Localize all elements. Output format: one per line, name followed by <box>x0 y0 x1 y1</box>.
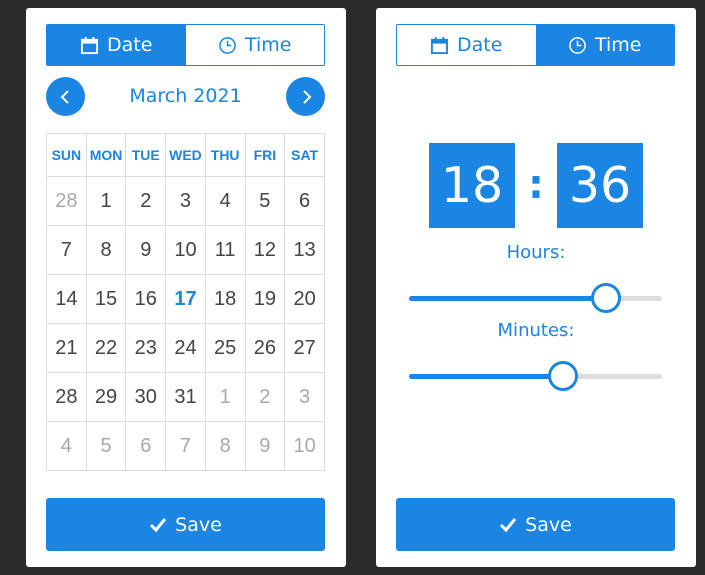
tab-date[interactable]: Date <box>397 25 536 65</box>
calendar-icon <box>80 36 99 55</box>
day-cell[interactable]: 20 <box>284 274 325 324</box>
minutes-slider[interactable] <box>409 361 662 391</box>
time-picker-card: Date Time 18 : 36 Hours: Minutes: Save <box>376 8 696 567</box>
hours-slider[interactable] <box>409 283 662 313</box>
day-cell-other-month[interactable]: 7 <box>165 421 206 471</box>
calendar-week-row: 4 5 6 7 8 9 10 <box>46 421 325 471</box>
calendar-grid: SUN MON TUE WED THU FRI SAT 28 1 2 3 4 5… <box>46 133 325 471</box>
day-cell[interactable]: 25 <box>204 323 246 373</box>
hours-slider-thumb[interactable] <box>591 283 622 313</box>
weekday-header: THU <box>204 133 246 177</box>
day-cell-other-month[interactable]: 6 <box>125 421 167 471</box>
save-button-label: Save <box>525 513 572 536</box>
calendar-week-row: 28 1 2 3 4 5 6 <box>46 176 325 226</box>
tab-time[interactable]: Time <box>185 25 324 65</box>
mode-tabs: Date Time <box>46 24 325 66</box>
day-cell[interactable]: 26 <box>244 323 286 373</box>
day-cell[interactable]: 1 <box>85 176 127 226</box>
tab-date-label: Date <box>107 34 153 56</box>
tab-time[interactable]: Time <box>535 25 674 65</box>
save-button[interactable]: Save <box>46 498 325 551</box>
calendar-week-row: 14 15 16 17 18 19 20 <box>46 274 325 324</box>
day-cell[interactable]: 22 <box>85 323 127 373</box>
day-cell[interactable]: 10 <box>165 225 206 275</box>
calendar-week-row: 7 8 9 10 11 12 13 <box>46 225 325 275</box>
month-title: March 2021 <box>129 85 242 107</box>
calendar-week-row: 28 29 30 31 1 2 3 <box>46 372 325 422</box>
day-cell[interactable]: 3 <box>165 176 206 226</box>
day-cell[interactable]: 8 <box>85 225 127 275</box>
day-cell[interactable]: 9 <box>125 225 167 275</box>
save-button[interactable]: Save <box>396 498 675 551</box>
time-display: 18 : 36 <box>429 143 643 228</box>
day-cell[interactable]: 2 <box>125 176 167 226</box>
minutes-label: Minutes: <box>497 320 575 341</box>
checkmark-icon <box>499 516 517 534</box>
day-cell[interactable]: 18 <box>204 274 246 324</box>
chevron-right-icon <box>298 89 314 105</box>
day-cell[interactable]: 12 <box>244 225 286 275</box>
tab-time-label: Time <box>245 34 292 56</box>
weekday-header: MON <box>85 133 127 177</box>
day-cell[interactable]: 14 <box>46 274 87 324</box>
day-cell[interactable]: 16 <box>125 274 167 324</box>
next-month-button[interactable] <box>286 77 325 116</box>
weekday-header-row: SUN MON TUE WED THU FRI SAT <box>46 133 325 177</box>
day-cell-other-month[interactable]: 4 <box>46 421 87 471</box>
day-cell[interactable]: 15 <box>85 274 127 324</box>
day-cell[interactable]: 29 <box>85 372 127 422</box>
day-cell[interactable]: 13 <box>284 225 325 275</box>
clock-icon <box>218 36 237 55</box>
day-cell-other-month[interactable]: 8 <box>204 421 246 471</box>
day-cell-other-month[interactable]: 2 <box>244 372 286 422</box>
day-cell[interactable]: 21 <box>46 323 87 373</box>
day-cell[interactable]: 6 <box>284 176 325 226</box>
tab-date-label: Date <box>457 34 503 56</box>
day-cell-other-month[interactable]: 9 <box>244 421 286 471</box>
day-cell[interactable]: 4 <box>204 176 246 226</box>
calendar-week-row: 21 22 23 24 25 26 27 <box>46 323 325 373</box>
day-cell[interactable]: 30 <box>125 372 167 422</box>
month-navigation: March 2021 <box>46 77 325 117</box>
day-cell[interactable]: 24 <box>165 323 206 373</box>
previous-month-button[interactable] <box>46 77 85 116</box>
weekday-header: WED <box>165 133 206 177</box>
tab-time-label: Time <box>595 34 642 56</box>
weekday-header: SAT <box>284 133 325 177</box>
day-cell-other-month[interactable]: 1 <box>204 372 246 422</box>
mode-tabs: Date Time <box>396 24 675 66</box>
chevron-left-icon <box>58 89 74 105</box>
day-cell[interactable]: 19 <box>244 274 286 324</box>
day-cell-selected[interactable]: 17 <box>165 274 206 324</box>
day-cell[interactable]: 28 <box>46 372 87 422</box>
day-cell[interactable]: 31 <box>165 372 206 422</box>
checkmark-icon <box>149 516 167 534</box>
tab-date[interactable]: Date <box>47 25 186 65</box>
calendar-icon <box>430 36 449 55</box>
minutes-slider-thumb[interactable] <box>548 361 579 391</box>
hours-display: 18 <box>429 143 515 228</box>
minutes-slider-fill <box>409 374 564 379</box>
day-cell[interactable]: 27 <box>284 323 325 373</box>
day-cell[interactable]: 5 <box>244 176 286 226</box>
save-button-label: Save <box>175 513 222 536</box>
hours-slider-fill <box>409 296 607 301</box>
day-cell[interactable]: 23 <box>125 323 167 373</box>
minutes-display: 36 <box>557 143 643 228</box>
weekday-header: TUE <box>125 133 167 177</box>
day-cell-other-month[interactable]: 5 <box>85 421 127 471</box>
weekday-header: FRI <box>244 133 286 177</box>
day-cell-other-month[interactable]: 3 <box>284 372 325 422</box>
day-cell[interactable]: 11 <box>204 225 246 275</box>
day-cell[interactable]: 7 <box>46 225 87 275</box>
date-picker-card: Date Time March 2021 SUN MON TUE WED THU… <box>26 8 346 567</box>
day-cell-other-month[interactable]: 28 <box>46 176 87 226</box>
weekday-header: SUN <box>46 133 87 177</box>
day-cell-other-month[interactable]: 10 <box>284 421 325 471</box>
clock-icon <box>568 36 587 55</box>
time-separator: : <box>528 162 544 208</box>
hours-label: Hours: <box>506 242 566 263</box>
